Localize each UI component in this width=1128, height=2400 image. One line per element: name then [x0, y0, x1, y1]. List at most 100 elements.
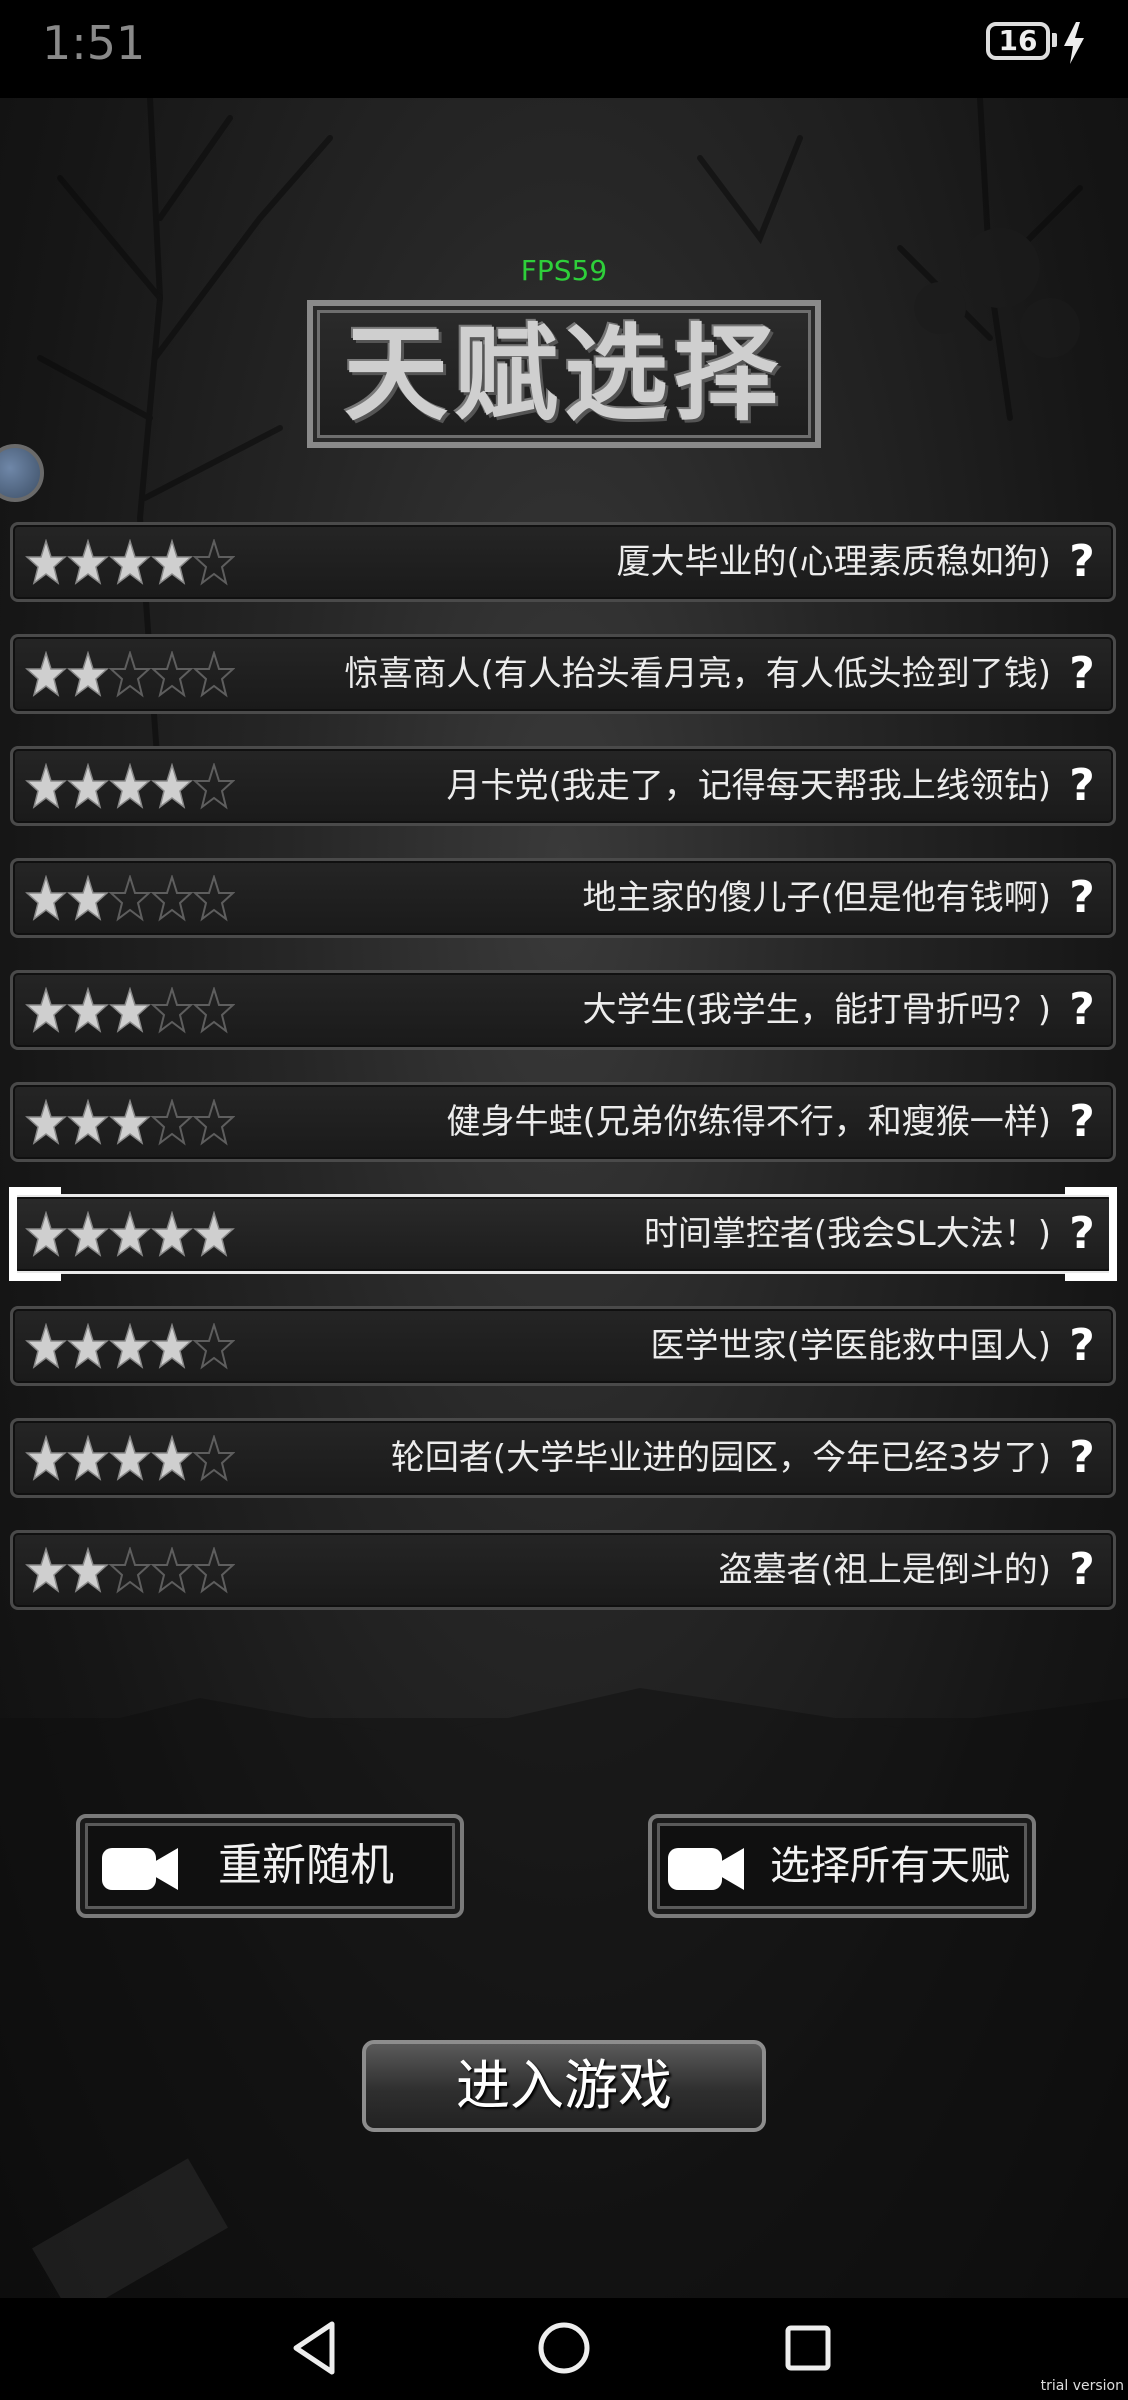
talent-name: 健身牛蛙(兄弟你练得不行，和瘦猴一样): [446, 1102, 1051, 1142]
star-filled-icon: [25, 875, 67, 921]
star-empty-icon: [193, 1323, 235, 1370]
star-empty-icon: [151, 875, 193, 922]
navigation-bar: trial version: [0, 2298, 1128, 2400]
battery-icon: 16: [986, 22, 1050, 60]
help-icon[interactable]: ?: [1065, 1319, 1099, 1373]
page-title: 天赋选择: [343, 313, 784, 435]
star-filled-icon: [67, 539, 109, 585]
star-empty-icon: [151, 987, 193, 1034]
star-empty-icon: [193, 875, 235, 922]
star-filled-icon: [25, 539, 67, 585]
select-all-label: 选择所有天赋: [770, 1843, 1010, 1889]
title-banner: 天赋选择: [307, 300, 821, 448]
help-icon[interactable]: ?: [1065, 535, 1099, 589]
battery-tip: [1052, 33, 1057, 47]
star-empty-icon: [109, 1547, 151, 1594]
star-filled-icon: [67, 987, 109, 1033]
star-rating: [25, 1323, 235, 1371]
start-game-button[interactable]: 进入游戏: [362, 2040, 766, 2132]
star-filled-icon: [109, 1099, 151, 1145]
star-filled-icon: [151, 1323, 193, 1369]
star-filled-icon: [25, 1547, 67, 1593]
star-filled-icon: [67, 1211, 109, 1257]
star-rating: [25, 651, 235, 699]
star-empty-icon: [193, 1099, 235, 1146]
star-rating: [25, 539, 235, 587]
star-empty-icon: [193, 763, 235, 810]
star-filled-icon: [109, 1211, 151, 1257]
talent-name: 盗墓者(祖上是倒斗的): [718, 1550, 1051, 1590]
star-filled-icon: [151, 1435, 193, 1481]
talent-row[interactable]: 月卡党(我走了，记得每天帮我上线领钻)?: [10, 746, 1116, 826]
talent-row[interactable]: 厦大毕业的(心理素质稳如狗)?: [10, 522, 1116, 602]
help-icon[interactable]: ?: [1065, 983, 1099, 1037]
star-filled-icon: [151, 763, 193, 809]
star-filled-icon: [67, 1547, 109, 1593]
talent-row[interactable]: 时间掌控者(我会SL大法！)?: [9, 1187, 1117, 1281]
video-camera-icon: [102, 1848, 178, 1890]
star-rating: [25, 1099, 235, 1147]
select-all-talents-button[interactable]: 选择所有天赋: [648, 1814, 1036, 1918]
star-filled-icon: [67, 875, 109, 921]
star-empty-icon: [151, 1547, 193, 1594]
star-filled-icon: [109, 1323, 151, 1369]
talent-name: 轮回者(大学毕业进的园区，今年已经3岁了): [390, 1438, 1051, 1478]
star-filled-icon: [109, 763, 151, 809]
talent-row[interactable]: 盗墓者(祖上是倒斗的)?: [10, 1530, 1116, 1610]
help-icon[interactable]: ?: [1065, 1207, 1099, 1261]
star-filled-icon: [109, 539, 151, 585]
talent-name: 厦大毕业的(心理素质稳如狗): [616, 542, 1051, 582]
star-empty-icon: [109, 875, 151, 922]
charging-icon: [1064, 22, 1084, 64]
talent-row[interactable]: 大学生(我学生，能打骨折吗？)?: [10, 970, 1116, 1050]
star-empty-icon: [109, 651, 151, 698]
talent-row[interactable]: 医学世家(学医能救中国人)?: [10, 1306, 1116, 1386]
star-rating: [25, 987, 235, 1035]
star-filled-icon: [193, 1211, 235, 1257]
help-icon[interactable]: ?: [1065, 759, 1099, 813]
star-filled-icon: [151, 1211, 193, 1257]
home-icon[interactable]: [534, 2318, 594, 2378]
talent-row[interactable]: 惊喜商人(有人抬头看月亮，有人低头捡到了钱)?: [10, 634, 1116, 714]
help-icon[interactable]: ?: [1065, 1543, 1099, 1597]
star-rating: [25, 875, 235, 923]
star-filled-icon: [25, 1211, 67, 1257]
star-filled-icon: [109, 987, 151, 1033]
recents-icon[interactable]: [778, 2318, 838, 2378]
reroll-button[interactable]: 重新随机: [76, 1814, 464, 1918]
star-empty-icon: [193, 1435, 235, 1482]
star-rating: [25, 1435, 235, 1483]
star-filled-icon: [67, 1099, 109, 1145]
star-filled-icon: [25, 651, 67, 697]
reroll-label: 重新随机: [218, 1840, 394, 1891]
star-filled-icon: [25, 1323, 67, 1369]
star-empty-icon: [193, 987, 235, 1034]
star-filled-icon: [25, 763, 67, 809]
fps-counter: FPS59: [520, 254, 608, 287]
talent-name: 地主家的傻儿子(但是他有钱啊): [582, 878, 1051, 918]
star-filled-icon: [67, 1323, 109, 1369]
talent-row[interactable]: 地主家的傻儿子(但是他有钱啊)?: [10, 858, 1116, 938]
star-rating: [25, 763, 235, 811]
star-empty-icon: [193, 539, 235, 586]
help-icon[interactable]: ?: [1065, 871, 1099, 925]
star-empty-icon: [193, 651, 235, 698]
talent-row[interactable]: 轮回者(大学毕业进的园区，今年已经3岁了)?: [10, 1418, 1116, 1498]
star-rating: [25, 1547, 235, 1595]
star-empty-icon: [193, 1547, 235, 1594]
star-filled-icon: [151, 539, 193, 585]
help-icon[interactable]: ?: [1065, 1095, 1099, 1149]
help-icon[interactable]: ?: [1065, 1431, 1099, 1485]
star-rating: [25, 1211, 235, 1259]
star-filled-icon: [25, 987, 67, 1033]
status-bar: 1:51 16: [0, 0, 1128, 98]
talent-name: 时间掌控者(我会SL大法！): [643, 1214, 1051, 1254]
talent-row[interactable]: 健身牛蛙(兄弟你练得不行，和瘦猴一样)?: [10, 1082, 1116, 1162]
star-empty-icon: [151, 651, 193, 698]
status-time: 1:51: [42, 16, 146, 70]
star-empty-icon: [151, 1099, 193, 1146]
help-icon[interactable]: ?: [1065, 647, 1099, 701]
talent-name: 月卡党(我走了，记得每天帮我上线领钻): [446, 766, 1051, 806]
back-icon[interactable]: [286, 2318, 346, 2378]
talent-name: 医学世家(学医能救中国人): [650, 1326, 1051, 1366]
